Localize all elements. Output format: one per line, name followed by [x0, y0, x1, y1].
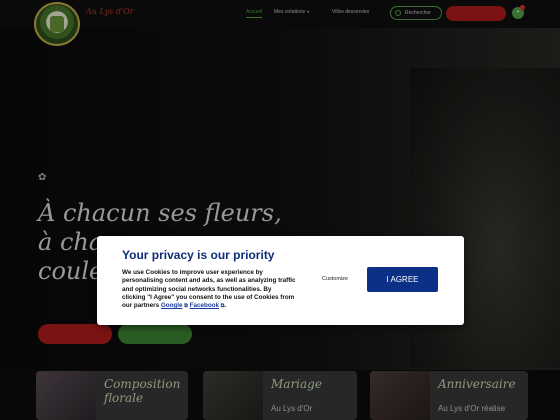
- cookie-title: Your privacy is our priority: [122, 248, 275, 262]
- modal-overlay: [0, 0, 560, 420]
- cookie-text: We use Cookies to improve user experienc…: [122, 269, 296, 310]
- page: Au Lys d'Or Accueil Mes créations ▾ Ville…: [0, 0, 560, 420]
- google-link[interactable]: Google: [161, 302, 183, 309]
- facebook-link[interactable]: Facebook: [190, 302, 219, 309]
- cookie-consent-dialog: Your privacy is our priority We use Cook…: [97, 236, 464, 325]
- customize-button[interactable]: Customize: [322, 276, 348, 282]
- external-link-icon: ⧉: [184, 303, 188, 310]
- cookie-text-end: .: [224, 302, 227, 310]
- agree-button[interactable]: I AGREE: [367, 267, 438, 292]
